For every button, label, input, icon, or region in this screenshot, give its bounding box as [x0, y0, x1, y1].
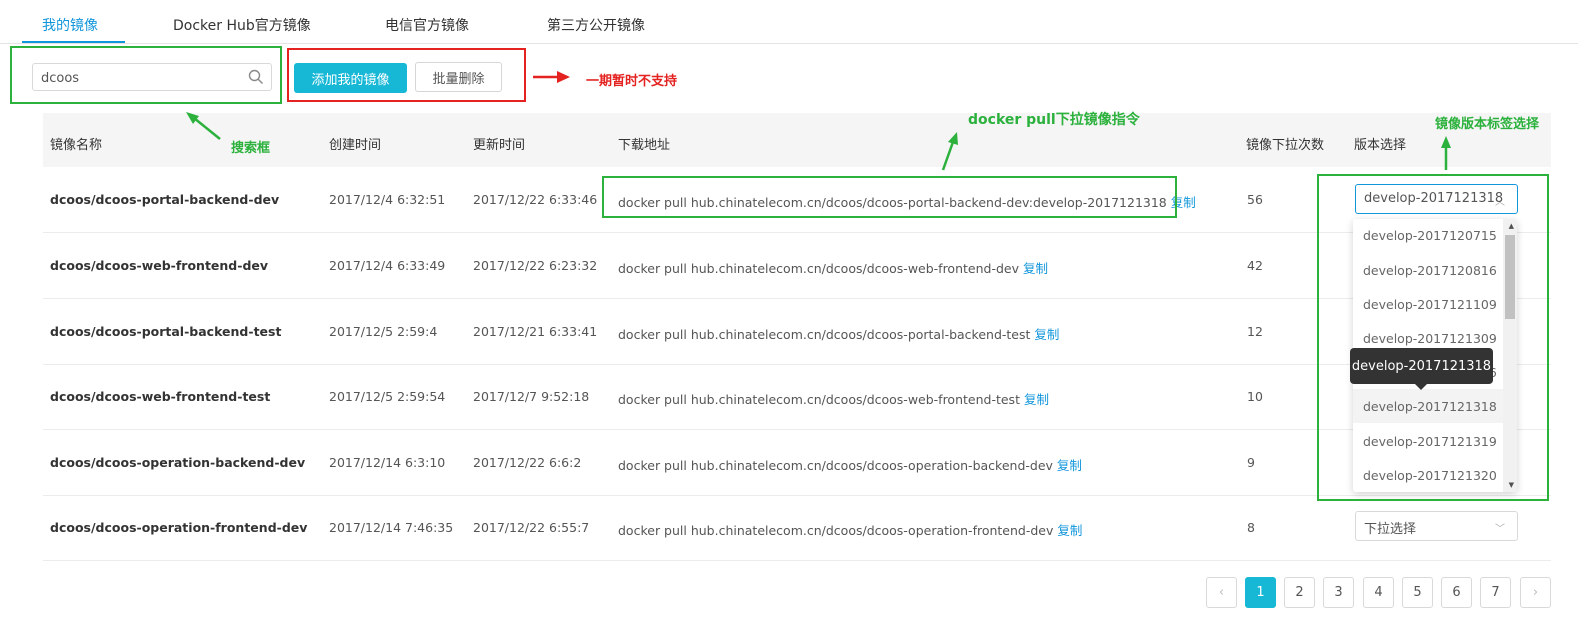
docker-pull-note: docker pull下拉镜像指令: [968, 112, 1140, 128]
page-button-1[interactable]: 1: [1245, 577, 1276, 608]
page-button-6[interactable]: 6: [1441, 577, 1472, 608]
not-supported-note: 一期暂时不支持: [586, 74, 678, 89]
search-box-note: 搜索框: [231, 141, 271, 156]
prev-page-button[interactable]: ‹: [1206, 577, 1237, 608]
next-page-button[interactable]: ›: [1520, 577, 1551, 608]
page-button-4[interactable]: 4: [1363, 577, 1394, 608]
page-button-7[interactable]: 7: [1480, 577, 1511, 608]
annotation-arrows: [186, 71, 1451, 171]
page-button-5[interactable]: 5: [1402, 577, 1433, 608]
version-select-note: 镜像版本标签选择: [1435, 117, 1540, 132]
page-button-2[interactable]: 2: [1284, 577, 1315, 608]
page-button-3[interactable]: 3: [1323, 577, 1354, 608]
